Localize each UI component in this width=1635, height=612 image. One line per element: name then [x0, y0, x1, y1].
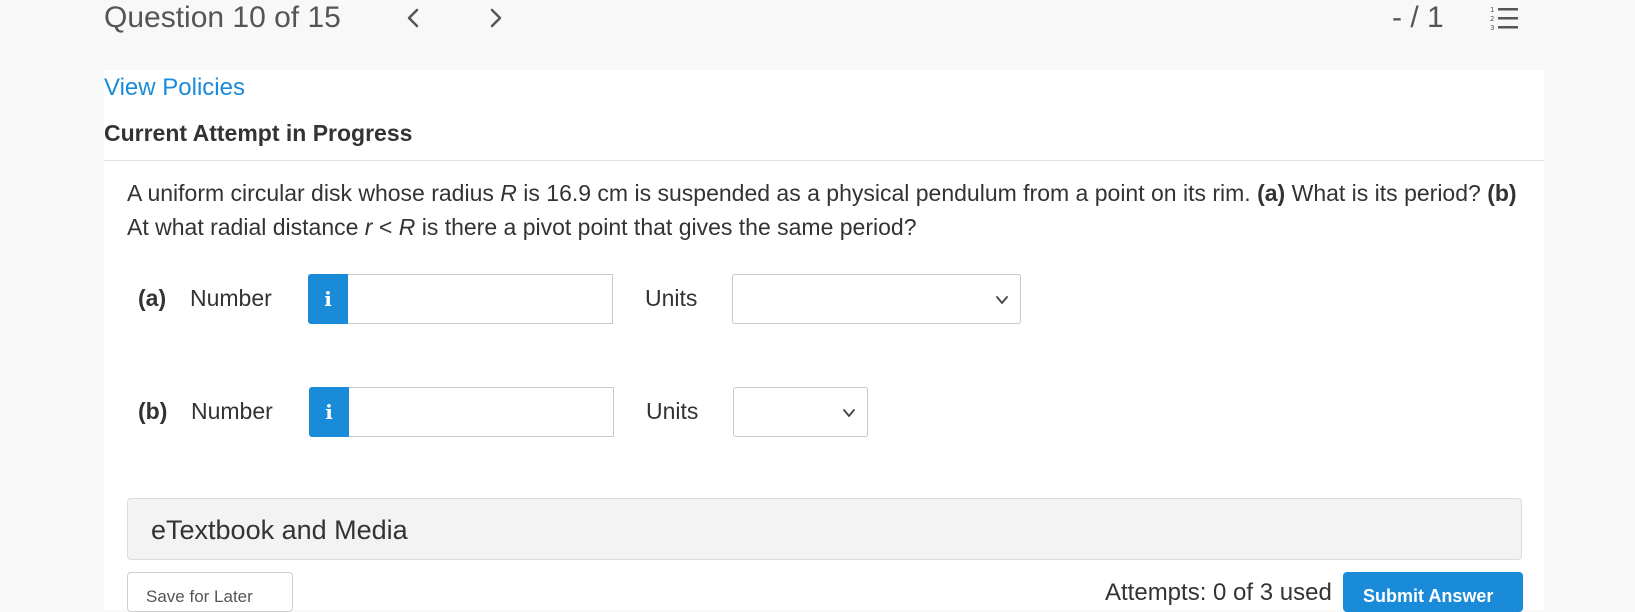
- info-icon: i: [325, 400, 333, 424]
- part-b-label: (b): [138, 398, 168, 424]
- submit-answer-button[interactable]: Submit Answer: [1343, 572, 1523, 612]
- svg-text:1: 1: [1490, 6, 1494, 14]
- etextbook-media-label: eTextbook and Media: [151, 515, 408, 545]
- view-policies-link[interactable]: View Policies: [104, 72, 245, 104]
- chevron-right-icon: [490, 8, 502, 28]
- part-b-info-button[interactable]: i: [309, 387, 349, 437]
- chevron-left-icon: [407, 8, 419, 28]
- next-question-button[interactable]: [481, 2, 511, 32]
- part-b-units-label: Units: [646, 398, 699, 424]
- part-a-units-select[interactable]: [732, 274, 1021, 324]
- previous-question-button[interactable]: [398, 2, 428, 32]
- divider: [104, 160, 1544, 161]
- part-a-number-label: Number: [190, 285, 272, 311]
- question-header: Question 10 of 15 - / 1 1 2 3: [0, 0, 1635, 70]
- part-a-units-label: Units: [645, 285, 698, 311]
- attempts-counter: Attempts: 0 of 3 used: [1105, 579, 1332, 606]
- svg-text:3: 3: [1490, 24, 1494, 32]
- save-for-later-button[interactable]: Save for Later: [127, 572, 293, 612]
- question-list-button[interactable]: 1 2 3: [1490, 4, 1520, 32]
- part-a-number-input[interactable]: [348, 274, 613, 324]
- chevron-down-icon: [996, 296, 1008, 304]
- numbered-list-icon: 1 2 3: [1490, 6, 1518, 32]
- chevron-down-icon: [843, 409, 855, 417]
- score-display: - / 1: [1392, 1, 1444, 34]
- part-a-label: (a): [138, 285, 167, 311]
- question-text: A uniform circular disk whose radius R i…: [127, 180, 1517, 240]
- part-b-number-input[interactable]: [349, 387, 614, 437]
- svg-text:2: 2: [1490, 15, 1494, 23]
- attempt-heading: Current Attempt in Progress: [104, 120, 413, 146]
- etextbook-media-section[interactable]: eTextbook and Media: [127, 498, 1522, 560]
- info-icon: i: [324, 287, 332, 311]
- part-b-number-label: Number: [191, 398, 273, 424]
- part-b-units-select[interactable]: [733, 387, 868, 437]
- part-a-info-button[interactable]: i: [308, 274, 348, 324]
- question-counter: Question 10 of 15: [104, 1, 341, 34]
